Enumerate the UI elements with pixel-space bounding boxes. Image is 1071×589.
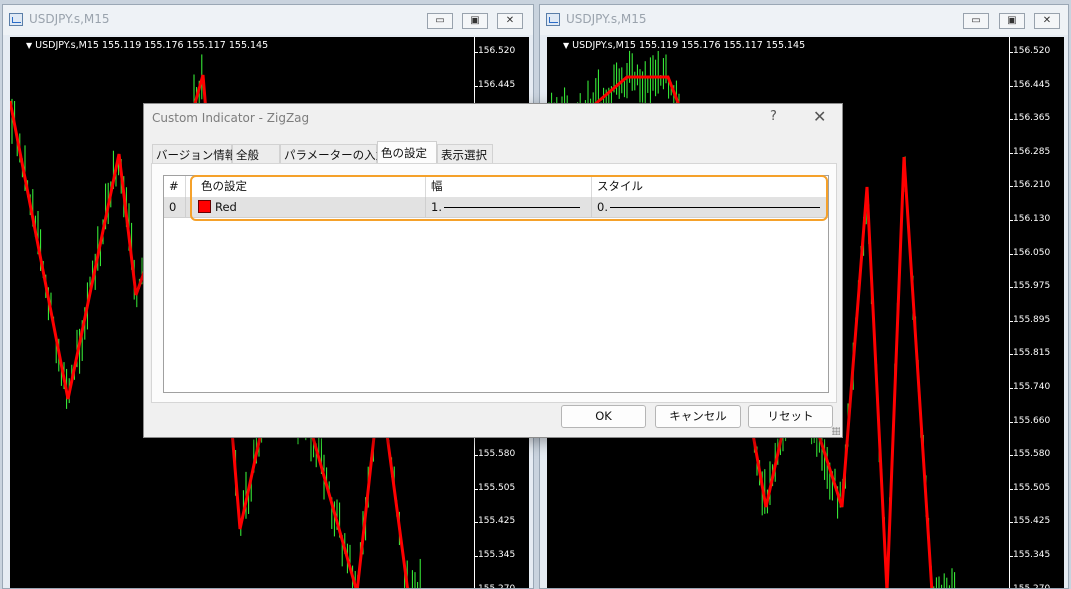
restore-button[interactable]: ▣: [999, 13, 1025, 29]
style-line-preview: [610, 207, 820, 208]
tab-general[interactable]: 全般: [232, 144, 280, 164]
price-tick: 155.270: [1013, 584, 1050, 588]
color-name: Red: [215, 200, 237, 214]
style-cell[interactable]: 0.: [592, 197, 828, 217]
chart-window-titlebar[interactable]: USDJPY.s,M15 ▭ ▣ ✕: [540, 5, 1068, 35]
tab-parameters[interactable]: パラメーターの入力: [280, 144, 387, 164]
width-value: 1.: [431, 200, 442, 214]
price-tick: 155.425: [473, 516, 516, 527]
price-tick: 155.580: [473, 449, 516, 460]
style-value: 0.: [597, 200, 608, 214]
color-cell[interactable]: Red: [186, 197, 426, 217]
help-icon[interactable]: ?: [770, 109, 777, 124]
price-tick: 155.975: [1008, 281, 1051, 292]
symbol-info: ▼ USDJPY.s,M15 155.119 155.176 155.117 15…: [26, 40, 269, 51]
price-tick: 155.815: [1008, 348, 1051, 359]
price-tick: 155.505: [473, 482, 516, 493]
chart-icon: [546, 13, 560, 26]
close-button[interactable]: ✕: [1034, 13, 1060, 29]
colors-table[interactable]: # 色の設定 幅 スタイル 0 Red 1. 0.: [163, 175, 829, 393]
chart-icon: [9, 13, 23, 26]
custom-indicator-dialog[interactable]: Custom Indicator - ZigZag ? ✕ バージョン情報 全般…: [143, 103, 843, 438]
price-tick: 156.445: [473, 79, 516, 90]
symbol-info: ▼ USDJPY.s,M15 155.119 155.176 155.117 15…: [563, 40, 806, 51]
price-tick: 155.580: [1008, 449, 1051, 460]
close-icon[interactable]: ✕: [813, 107, 826, 126]
price-tick: 156.365: [1008, 113, 1051, 124]
price-tick: 156.050: [1008, 247, 1051, 258]
tab-visualization[interactable]: 表示選択: [437, 144, 493, 164]
header-color: 色の設定: [186, 176, 426, 197]
resize-grip[interactable]: [832, 427, 840, 435]
price-tick: 155.660: [1008, 415, 1051, 426]
price-tick: 156.520: [1008, 46, 1051, 56]
price-tick: 156.210: [1008, 180, 1051, 191]
row-index: 0: [164, 197, 186, 217]
width-cell[interactable]: 1.: [426, 197, 592, 217]
tab-colors[interactable]: 色の設定: [377, 141, 437, 165]
dropdown-triangle-icon[interactable]: ▼: [26, 41, 32, 50]
tab-panel-colors: # 色の設定 幅 スタイル 0 Red 1. 0.: [151, 163, 837, 403]
tab-version-info[interactable]: バージョン情報: [152, 144, 236, 164]
minimize-button[interactable]: ▭: [963, 13, 989, 29]
chart-window-title: USDJPY.s,M15: [29, 12, 110, 26]
color-swatch: [198, 200, 211, 213]
dialog-title: Custom Indicator - ZigZag: [152, 111, 310, 125]
price-tick: 155.740: [1008, 382, 1051, 392]
table-row[interactable]: 0 Red 1. 0.: [164, 197, 828, 218]
reset-button[interactable]: リセット: [748, 405, 833, 428]
restore-button[interactable]: ▣: [462, 13, 488, 29]
price-tick: 156.520: [473, 46, 516, 56]
price-scale[interactable]: 156.520 156.445 156.365 156.285 156.210 156.1…: [1008, 37, 1064, 588]
close-button[interactable]: ✕: [497, 13, 523, 29]
cancel-button[interactable]: キャンセル: [655, 405, 741, 428]
width-line-preview: [444, 207, 580, 208]
price-tick: 156.445: [1008, 79, 1051, 90]
chart-window-titlebar[interactable]: USDJPY.s,M15 ▭ ▣ ✕: [3, 5, 533, 35]
price-tick: 156.285: [1008, 146, 1051, 157]
price-tick: 155.895: [1008, 314, 1051, 325]
table-header: # 色の設定 幅 スタイル: [164, 176, 828, 198]
price-tick: 155.425: [1008, 516, 1051, 527]
price-tick: 155.505: [1008, 482, 1051, 493]
header-width: 幅: [426, 176, 592, 197]
price-tick: 155.270: [478, 584, 515, 588]
header-style: スタイル: [597, 179, 643, 193]
minimize-button[interactable]: ▭: [427, 13, 453, 29]
dropdown-triangle-icon[interactable]: ▼: [563, 41, 569, 50]
header-index: #: [164, 176, 186, 197]
price-tick: 156.130: [1008, 214, 1051, 224]
price-tick: 155.345: [473, 550, 516, 560]
price-tick: 155.345: [1008, 550, 1051, 560]
ok-button[interactable]: OK: [561, 405, 646, 428]
chart-window-title: USDJPY.s,M15: [566, 12, 647, 26]
